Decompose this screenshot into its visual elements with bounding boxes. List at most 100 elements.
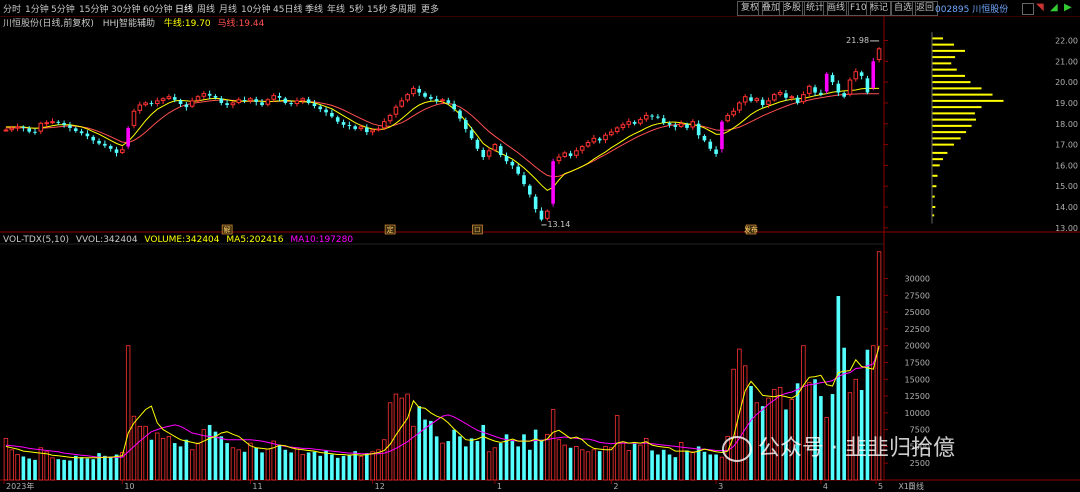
candle-body [463,120,468,129]
high-price-label: 21.98 [846,36,869,45]
ma-red-line [5,93,880,178]
volume-bar [27,458,31,480]
candle-body [737,102,742,111]
candle-body [73,128,78,132]
time-tick-label: 2 [613,482,618,491]
time-tick-label: 1 [497,482,502,491]
candle-body [154,100,160,105]
volume-bar [661,449,666,480]
volume-bar [318,455,323,480]
candle-body [108,146,113,149]
candle-body [516,166,520,174]
volume-bar [283,449,288,480]
candle-body [539,210,544,220]
candle-body [294,100,300,105]
candle-body [149,103,154,105]
time-tick-label: 2023年 [6,481,34,491]
volume-bar [358,456,364,481]
candle-body [789,96,795,99]
candle-body [213,95,218,98]
candle-body [62,123,66,125]
candle-body [254,99,259,102]
volume-bar [149,439,154,480]
volume-bar [702,451,707,480]
candle-body [742,96,748,103]
candle-body [50,121,55,124]
candle-body [56,121,61,123]
candle-body [91,136,96,141]
candle-body [446,100,451,103]
volume-bar [15,454,20,481]
volume-bar [50,457,55,481]
volume-bar [469,438,474,480]
candle-body [38,122,44,132]
candle-body [318,106,323,110]
volume-tick-label: 20000 [905,342,930,351]
volume-bar [91,459,96,480]
candle-body [620,124,626,128]
candle-body [370,129,375,133]
candle-body [533,196,538,210]
volume-bar [399,397,404,481]
candle-body [720,121,724,150]
price-tick-label: 17.00 [1055,141,1078,150]
candle-body [795,97,800,103]
candle-body [103,143,107,146]
candle-body [324,109,328,113]
candle-body [690,121,696,128]
price-tick-label: 22.00 [1055,36,1078,45]
volume-bar [79,457,84,480]
volume-bar [73,455,78,480]
candle-body [137,104,143,111]
candle-body [15,126,20,129]
volume-bar [714,454,718,480]
candle-body [405,94,410,101]
candle-body [801,94,806,103]
volume-bar [533,429,538,480]
volume-bar [201,429,207,481]
stock-chart-canvas[interactable]: 22.00 21.00 20.00 19.00 18.00 17.00 16.00 15.00… [0,0,1080,492]
volume-bar [632,443,637,480]
candle-body [44,122,49,125]
volume-bar [550,409,556,481]
candle-body [265,99,271,105]
volume-bar [68,460,72,480]
volume-tick-label: 30000 [905,275,930,284]
volume-bar [417,406,422,480]
volume-bar [160,437,166,481]
volume-bar [189,449,195,481]
candle-body [300,98,306,102]
candle-body [876,48,882,60]
volume-bar [248,442,253,481]
volume-bar [341,455,346,480]
candle-body [3,129,9,132]
candle-body [486,150,492,157]
time-tick-label: 5 [878,482,883,491]
candle-body [85,133,90,137]
volume-bar [545,433,550,481]
volume-bar [289,452,293,480]
candle-body [434,99,439,101]
candle-body [678,123,684,127]
candle-body [591,137,597,143]
time-tick-label: 3 [718,482,723,491]
volume-bar [685,450,689,480]
candle-body [172,97,177,100]
candle-body [21,127,26,129]
volume-bar [638,444,643,481]
candle-body [277,95,282,98]
candle-body [120,149,125,153]
volume-bar [452,429,456,480]
candle-body [27,128,31,132]
volume-bar [568,447,573,480]
volume-bar [33,459,37,480]
candle-body [475,139,480,149]
candle-body [510,161,515,166]
candle-body [760,99,765,106]
candle-body [777,92,783,95]
candle-body [544,210,550,219]
volume-bar [376,449,381,481]
candle-body [312,103,317,107]
event-marker-label: 定 [387,225,394,234]
volume-bar [184,439,189,480]
